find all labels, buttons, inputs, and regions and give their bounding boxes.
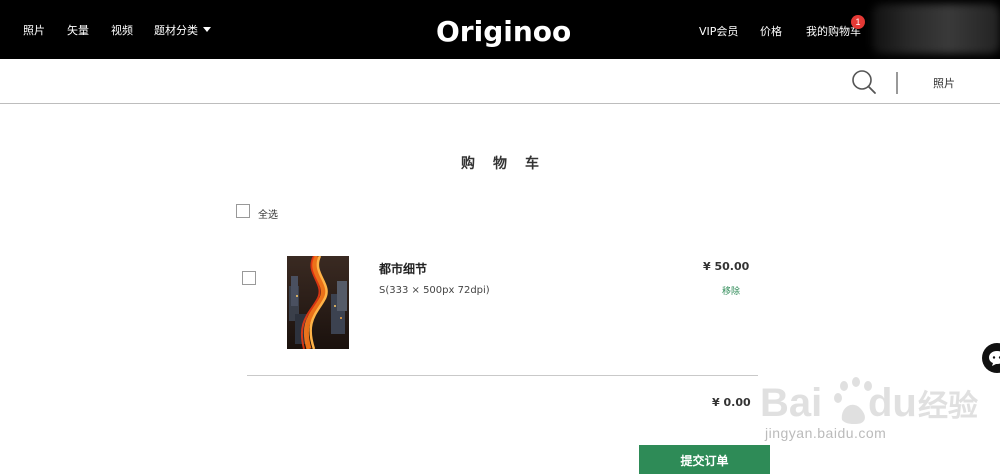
cart-total: ¥ 0.00 [712, 396, 751, 409]
nav-videos[interactable]: 视频 [111, 22, 133, 38]
remove-link[interactable]: 移除 [722, 284, 740, 297]
svg-text:经验: 经验 [918, 389, 978, 424]
watermark-url: jingyan.baidu.com [765, 425, 887, 441]
nav-left: 照片 矢量 视频 题材分类 [0, 0, 211, 59]
product-spec: S(333 × 500px 72dpi) [379, 285, 490, 296]
page-title: 购物车 [0, 153, 1000, 173]
nav-vectors[interactable]: 矢量 [67, 22, 89, 38]
search-type-select[interactable]: 照片 [933, 75, 955, 91]
select-all-checkbox[interactable] [236, 204, 250, 218]
chevron-down-icon [203, 27, 211, 32]
search-icon[interactable] [851, 69, 877, 95]
nav-categories[interactable]: 题材分类 [154, 22, 211, 38]
page-title-text: 购物车 [461, 156, 557, 172]
divider [896, 72, 898, 94]
cart-divider [247, 375, 758, 376]
product-name[interactable]: 都市细节 [379, 260, 427, 277]
logo[interactable]: Originoo [436, 13, 570, 47]
blurred-user-area [872, 4, 1000, 54]
nav-price[interactable]: 价格 [760, 23, 782, 39]
product-price: ¥ 50.00 [703, 260, 750, 273]
submit-order-button[interactable]: 提交订单 [639, 445, 770, 474]
logo-text: Originoo [436, 15, 570, 47]
svg-text:du: du [868, 381, 917, 425]
svg-text:Bai: Bai [760, 381, 822, 425]
nav-categories-label: 题材分类 [154, 23, 198, 37]
baidu-watermark-logo: Bai du 经验 [760, 377, 978, 425]
product-thumbnail[interactable] [287, 256, 349, 349]
item-checkbox[interactable] [242, 271, 256, 285]
top-navbar: 照片 矢量 视频 题材分类 Originoo VIP会员 价格 我的购物车 1 [0, 0, 1000, 59]
cart-count-badge: 1 [851, 15, 865, 29]
select-all-label: 全选 [258, 210, 278, 221]
search-bar: 照片 [0, 59, 1000, 104]
nav-photos[interactable]: 照片 [23, 22, 45, 38]
nav-vip[interactable]: VIP会员 [699, 23, 738, 39]
